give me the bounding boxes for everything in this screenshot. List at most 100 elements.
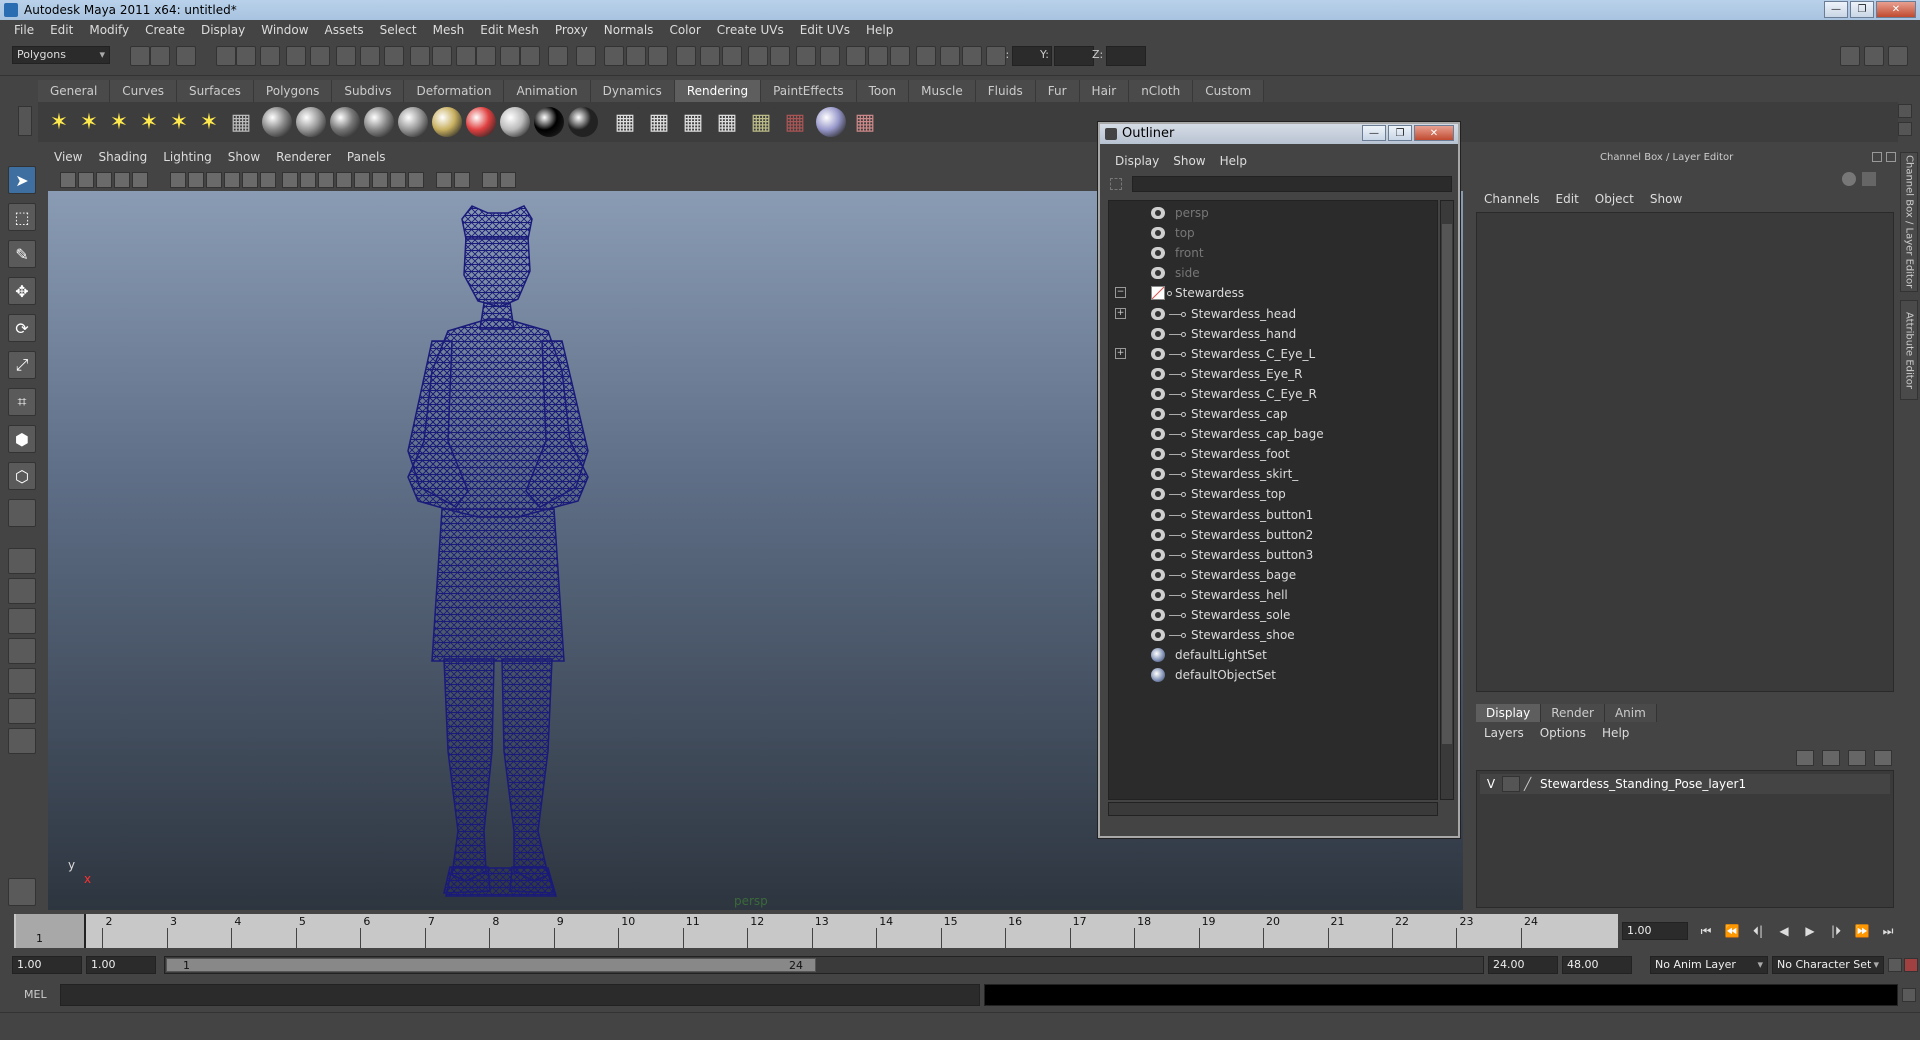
film-gate-icon[interactable] [170,172,186,188]
shader-sphere-icon[interactable] [262,107,292,137]
menu-color[interactable]: Color [661,23,708,37]
time-slider[interactable]: 123456789101112131415161718192021222324 [14,914,1618,948]
play-forwards-icon[interactable]: ▶ [1800,922,1820,940]
layer-menu-options[interactable]: Options [1532,726,1594,740]
bookmark-icon[interactable] [96,172,112,188]
outliner-item-stewardess-cap-bage[interactable]: Stewardess_cap_bage [1109,424,1437,444]
shelf-tab-ncloth[interactable]: nCloth [1129,80,1194,102]
script-icon[interactable] [8,878,36,906]
shelf-tab-painteffects[interactable]: PaintEffects [761,80,857,102]
render-icon[interactable]: ▦ [610,107,640,137]
menu-normals[interactable]: Normals [596,23,662,37]
gate-mask-icon[interactable] [206,172,222,188]
shelf-tab-surfaces[interactable]: Surfaces [176,80,254,102]
outliner-item-stewardess-shoe[interactable]: Stewardess_shoe [1109,625,1437,645]
black-shader-icon[interactable] [534,107,564,137]
last-tool-icon[interactable] [8,499,36,527]
graph-icon[interactable] [796,46,816,66]
lasso-tool-icon[interactable]: ⬚ [8,203,36,231]
render-settings-icon[interactable] [576,46,596,66]
live-surface-icon[interactable] [410,46,430,66]
expand-icon[interactable]: + [1115,307,1126,319]
output-ops-icon[interactable] [476,46,496,66]
paint-select-tool-icon[interactable]: ✎ [8,240,36,268]
absolute-icon[interactable] [916,46,936,66]
construction-history-icon[interactable] [500,46,520,66]
image-plane-icon[interactable] [114,172,130,188]
hypershade-icon[interactable]: ▦ [746,107,776,137]
outliner-item-stewardess-foot[interactable]: Stewardess_foot [1109,444,1437,464]
play-backwards-icon[interactable]: ◀ [1774,922,1794,940]
save-scene-icon[interactable] [176,46,196,66]
directional-light-icon[interactable]: ✶ [74,107,104,137]
character-set-dropdown[interactable]: No Character Set [1772,956,1884,974]
flat-shade-icon[interactable] [318,172,334,188]
y-input[interactable] [1054,46,1094,66]
outliner-item-stewardess-hell[interactable]: Stewardess_hell [1109,585,1437,605]
menu-mesh[interactable]: Mesh [425,23,473,37]
figure-left-leg[interactable] [443,658,495,882]
attribute-editor-icon[interactable] [676,46,696,66]
persp-trax-layout-icon[interactable] [8,698,36,724]
playback-start-field[interactable]: 1.00 [86,956,156,974]
step-back-frame-icon[interactable]: ⏴| [1748,922,1768,940]
default-light-icon[interactable] [372,172,388,188]
menu-select[interactable]: Select [372,23,425,37]
shadows-icon[interactable] [408,172,424,188]
input-ops-icon[interactable] [456,46,476,66]
open-scene-icon[interactable] [150,46,170,66]
outliner-camera-side[interactable]: side [1109,263,1437,283]
menu-help[interactable]: Help [858,23,901,37]
shelf-tab-dynamics[interactable]: Dynamics [590,80,675,102]
paint-icon[interactable] [816,107,846,137]
shelf-tab-fur[interactable]: Fur [1035,80,1080,102]
menu-file[interactable]: File [6,23,42,37]
layer-row[interactable]: V ╱ Stewardess_Standing_Pose_layer1 [1480,774,1890,794]
outliner-item-stewardess-skirt[interactable]: Stewardess_skirt_ [1109,464,1437,484]
channel-box-area[interactable] [1476,212,1894,692]
render-view-icon[interactable]: ▦ [712,107,742,137]
viewport-menu-shading[interactable]: Shading [90,150,155,168]
shader-sphere-icon[interactable] [500,107,530,137]
snap-plane-icon[interactable] [384,46,404,66]
step-forward-key-icon[interactable]: ⏩ [1852,922,1872,940]
viewport-menu-panels[interactable]: Panels [339,150,394,168]
manipulator-tool-icon[interactable]: ⌗ [8,388,36,416]
new-layer-icon[interactable] [1848,750,1866,766]
camera-icon[interactable]: ▦ [226,107,256,137]
channel-box-icon[interactable] [722,46,742,66]
minimize-button[interactable]: — [1824,1,1848,18]
persp-graph-layout-icon[interactable] [8,638,36,664]
shader-sphere-icon[interactable] [296,107,326,137]
lock-icon[interactable] [962,46,982,66]
magnet-icon[interactable] [986,46,1006,66]
outliner-close-button[interactable]: ✕ [1414,125,1454,141]
shelf-scroll-up-icon[interactable] [1898,104,1912,118]
stewardess-figure[interactable] [407,205,589,897]
move-tool-icon[interactable]: ✥ [8,277,36,305]
menu-display[interactable]: Display [193,23,253,37]
shader-sphere-icon[interactable] [398,107,428,137]
snap-point-icon[interactable] [360,46,380,66]
range-slider-bar[interactable]: 1 24 [166,958,816,972]
render-icon[interactable] [520,46,540,66]
outliner-item-stewardess-c-eye-r[interactable]: Stewardess_C_Eye_R [1109,384,1437,404]
hud-icon[interactable] [482,172,498,188]
scale-tool-icon[interactable]: ⤢ [8,351,36,379]
outliner-window[interactable]: Outliner — ❐ ✕ Display Show Help persp top f… [1098,122,1460,838]
channel-box-layout-icon[interactable] [1842,172,1856,186]
shelf-tab-general[interactable]: General [38,80,111,102]
layer-editor-icon[interactable] [748,46,768,66]
point-light-icon[interactable]: ✶ [104,107,134,137]
isolate-icon[interactable] [454,172,470,188]
outliner-item-stewardess-hand[interactable]: Stewardess_hand [1109,324,1437,344]
outliner-camera-top[interactable]: top [1109,223,1437,243]
channel-box-close-icon[interactable] [1886,152,1896,162]
move-layer-down-icon[interactable] [1822,750,1840,766]
menu-edit-uvs[interactable]: Edit UVs [792,23,858,37]
field-chart-icon[interactable] [224,172,240,188]
layer-menu-help[interactable]: Help [1594,726,1637,740]
ipr-icon[interactable] [548,46,568,66]
outliner-item-stewardess-button2[interactable]: Stewardess_button2 [1109,525,1437,545]
persp-hypergraph-layout-icon[interactable] [8,668,36,694]
